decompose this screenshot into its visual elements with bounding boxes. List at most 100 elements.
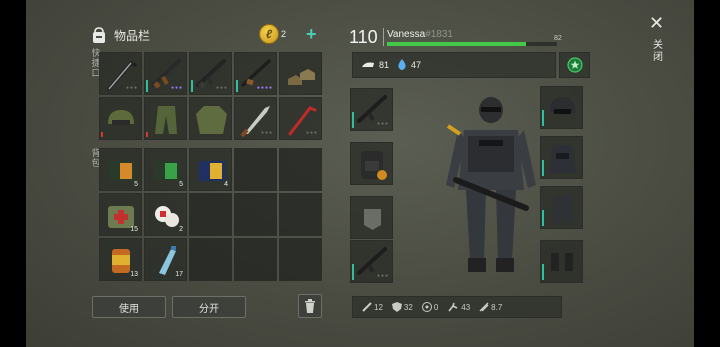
- item-quantity: 5: [134, 181, 138, 188]
- coin-count: 2: [281, 29, 287, 39]
- quick-slot[interactable]: ●●●●: [234, 52, 277, 95]
- inventory-header: 物品栏: [90, 22, 150, 48]
- durability-bar: [191, 80, 193, 92]
- backpack-slot[interactable]: 4: [189, 148, 232, 191]
- speed-stat: 43: [447, 302, 470, 312]
- backpack-slot[interactable]: 2: [144, 193, 187, 236]
- backpack-slot[interactable]: 15: [99, 193, 142, 236]
- tactical-pants-icon: [552, 195, 573, 223]
- radiation-stat: 0: [421, 302, 439, 312]
- armor-icon: [391, 302, 402, 312]
- item-quantity: 13: [130, 271, 138, 278]
- armor-stat: 32: [391, 302, 413, 312]
- survival-stats: 81 47: [352, 52, 556, 78]
- equip-slot-primary-weapon[interactable]: ●●●: [350, 88, 393, 131]
- equip-slot-backpack[interactable]: [350, 142, 393, 185]
- close-icon[interactable]: ✕: [649, 14, 664, 32]
- quick-slot[interactable]: ●●●: [189, 52, 232, 95]
- close-label[interactable]: 关闭: [653, 40, 665, 64]
- item-quantity: 15: [130, 226, 138, 233]
- equip-slot-helmet[interactable]: [540, 86, 583, 129]
- tactical-backpack-icon: [361, 151, 387, 180]
- backpack-grid: 5 5 4 15 2 13 17: [99, 148, 322, 281]
- game-screen: 物品栏 ℓ 2 + 快捷口 背包 ●●● ●●● ●●● ●●●● ●●● ●●…: [26, 0, 694, 347]
- xp-bar: [387, 42, 557, 46]
- durability-bar: [146, 132, 148, 137]
- quality-dots: ●●●: [215, 85, 228, 91]
- backpack-slot-empty[interactable]: [279, 238, 322, 281]
- backpack-slot[interactable]: 5: [99, 148, 142, 191]
- quick-slot-grid: ●●● ●●● ●●● ●●●● ●●● ●●●: [99, 52, 322, 140]
- water-drop-icon: [398, 59, 406, 70]
- xp-bar-fill: [387, 42, 527, 46]
- quick-slot[interactable]: [189, 97, 232, 140]
- backpack-icon: [93, 27, 105, 43]
- equip-slot-vest[interactable]: [540, 136, 583, 179]
- star-badge-icon: [566, 57, 583, 73]
- quality-dots: ●●●●: [256, 85, 273, 91]
- divider: [383, 28, 384, 46]
- quick-slot[interactable]: [144, 97, 187, 140]
- quick-slot[interactable]: [279, 52, 322, 95]
- backpack-slot-empty[interactable]: [189, 238, 232, 281]
- weight-value: 8.7: [491, 302, 503, 312]
- backpack-slot[interactable]: 13: [99, 238, 142, 281]
- durability-bar: [352, 112, 354, 128]
- equip-slot-pocket[interactable]: [350, 196, 393, 239]
- radiation-value: 0: [433, 302, 439, 312]
- quick-slot[interactable]: [99, 97, 142, 140]
- backpack-slot[interactable]: 17: [144, 238, 187, 281]
- radiation-icon: [421, 302, 432, 312]
- inventory-title: 物品栏: [114, 28, 151, 43]
- backpack-slot-empty[interactable]: [234, 193, 277, 236]
- quick-slot[interactable]: ●●●: [99, 52, 142, 95]
- equip-slot-secondary-weapon[interactable]: ●●●: [350, 240, 393, 283]
- durability-bar: [352, 264, 354, 280]
- quality-dots: ●●●: [305, 130, 318, 136]
- trash-button[interactable]: [298, 294, 322, 318]
- coin-icon: ℓ: [259, 24, 279, 44]
- combat-stats: 12 32 0 43 8.7: [352, 296, 562, 318]
- tactical-vest-icon: [549, 145, 576, 173]
- inventory-panel: 物品栏 ℓ 2 + 快捷口 背包 ●●● ●●● ●●● ●●●● ●●● ●●…: [26, 0, 336, 347]
- backpack-slot-empty[interactable]: [279, 193, 322, 236]
- quality-dots: ●●●: [260, 130, 273, 136]
- backpack-slot-empty[interactable]: [234, 238, 277, 281]
- quick-slot[interactable]: ●●●: [144, 52, 187, 95]
- character-panel: 110 Vanessa#1831 82 81 47 ●●● ●●● 12 32 …: [346, 0, 694, 347]
- speed-icon: [448, 302, 458, 312]
- hunger-icon: [362, 62, 374, 67]
- item-quantity: 2: [179, 226, 183, 233]
- attack-icon: [362, 302, 372, 312]
- trash-icon: [305, 299, 315, 313]
- backpack-slot-empty[interactable]: [234, 148, 277, 191]
- quick-slot[interactable]: ●●●: [279, 97, 322, 140]
- item-quantity: 17: [175, 271, 183, 278]
- durability-bar: [101, 132, 103, 137]
- equip-slot-pants[interactable]: [540, 186, 583, 229]
- durability-bar: [542, 160, 544, 176]
- add-coins-button[interactable]: +: [306, 25, 317, 43]
- attack-value: 12: [374, 302, 383, 312]
- durability-bar: [542, 264, 544, 280]
- backpack-slot[interactable]: 5: [144, 148, 187, 191]
- durability-bar: [146, 80, 148, 92]
- quality-dots: ●●●: [376, 121, 389, 127]
- tactical-boots-icon: [551, 253, 573, 271]
- player-name: Vanessa: [387, 29, 426, 40]
- split-button[interactable]: 分开: [172, 296, 246, 318]
- quality-dots: ●●●: [125, 85, 138, 91]
- camo-pants-icon: [155, 106, 177, 134]
- item-quantity: 5: [179, 181, 183, 188]
- camo-jacket-icon: [196, 106, 227, 134]
- hunger-stat: 81: [361, 60, 389, 70]
- backpack-slot-empty[interactable]: [279, 148, 322, 191]
- pocket-patch-icon: [364, 209, 381, 230]
- xp-value: 82: [554, 35, 562, 42]
- backpack-slot-empty[interactable]: [189, 193, 232, 236]
- use-button[interactable]: 使用: [92, 296, 166, 318]
- equip-slot-boots[interactable]: [540, 240, 583, 283]
- quick-slot[interactable]: ●●●: [234, 97, 277, 140]
- player-id: #1831: [425, 29, 453, 40]
- status-badge[interactable]: [559, 52, 590, 78]
